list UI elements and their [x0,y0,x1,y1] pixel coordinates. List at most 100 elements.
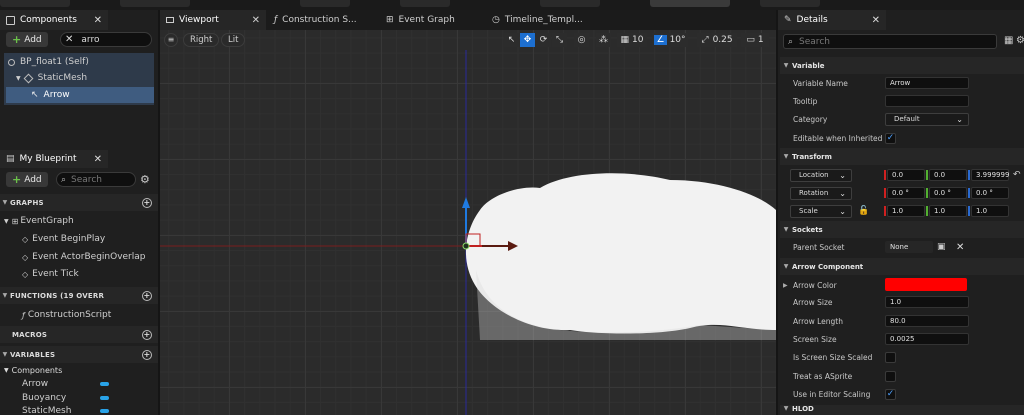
view-mode-button[interactable]: Right [183,33,220,47]
expand-arrow-icon[interactable]: ▼ [4,367,9,374]
event-icon: ◇ [22,252,29,262]
tree-item-self[interactable]: BP_float1 (Self) [8,57,89,67]
viewport-options-button[interactable]: ≡ [164,33,178,47]
settings-gear-icon[interactable]: ⚙ [1016,35,1024,46]
construction-script-item[interactable]: ƒ ConstructionScript [22,310,111,320]
browse-folder-icon[interactable]: ▣ [937,242,946,252]
clear-icon[interactable]: ✕ [956,242,964,253]
add-variable-icon[interactable]: + [142,349,152,360]
expand-arrow-icon[interactable]: ▼ [16,75,21,82]
variable-staticmesh[interactable]: StaticMesh [22,406,112,415]
location-z-field[interactable]: 3.999999 [971,169,1009,181]
rotation-snap-toggle[interactable]: ∠ 10° [652,33,688,47]
screen-size-scaled-row: Is Screen Size Scaled [780,348,1024,366]
scale-x-field[interactable]: 1.0 [887,205,925,217]
variables-header[interactable]: ▼ VARIABLES + [0,346,158,363]
scale-mode-button[interactable]: ⤡ [552,33,567,47]
variable-type-pill [100,409,109,413]
category-dropdown[interactable]: Default ⌄ [885,112,969,126]
event-beginplay-item[interactable]: ◇ Event BeginPlay [22,234,105,244]
arrow-length-field[interactable]: 80.0 [885,315,969,327]
tab-event-graph[interactable]: ⊞ Event Graph [380,10,480,30]
add-graph-icon[interactable]: + [142,197,152,208]
translate-mode-button[interactable]: ✥ [520,33,535,47]
add-macro-icon[interactable]: + [142,329,152,340]
tree-item-staticmesh[interactable]: ▼ StaticMesh [16,73,87,83]
lighting-mode-button[interactable]: Lit [221,33,246,47]
details-search-input[interactable]: ⌕ Search [783,34,997,49]
actor-icon [8,58,15,66]
section-variable[interactable]: ▼ Variable [780,57,1024,74]
close-icon[interactable]: ✕ [94,15,102,26]
location-dropdown[interactable]: Location ⌄ [790,168,852,182]
section-arrow-component[interactable]: ▼ Arrow Component [780,258,1024,275]
surface-snap-button[interactable]: ⁂ [596,33,611,47]
functions-header[interactable]: ▼ FUNCTIONS (19 OVERR + [0,287,158,304]
clear-search-icon[interactable]: ✕ [65,34,73,45]
add-function-icon[interactable]: + [142,290,152,301]
arrow-color-row: ▶ Arrow Color [780,276,1024,294]
editable-inherited-checkbox[interactable]: ✓ [885,132,896,144]
close-icon[interactable]: ✕ [252,15,260,26]
macros-header[interactable]: MACROS + [0,326,158,343]
tooltip-field[interactable] [885,95,969,107]
expand-arrow-icon[interactable]: ▶ [783,282,788,289]
coordinate-space-button[interactable]: ◎ [574,33,589,47]
components-group[interactable]: ▼ Components [4,366,62,375]
variable-buoyancy[interactable]: Buoyancy [22,393,112,403]
scale-snap-toggle[interactable]: ⤢ 0.25 [697,33,737,47]
close-icon[interactable]: ✕ [872,15,880,26]
event-actorbeginoverlap-item[interactable]: ◇ Event ActorBeginOverlap [22,252,146,262]
grid-snap-toggle[interactable]: ▦ 10 [617,33,647,47]
event-tick-item[interactable]: ◇ Event Tick [22,269,79,279]
blueprint-search-input[interactable]: ⌕ Search [56,172,136,187]
scale-dropdown[interactable]: Scale ⌄ [790,204,852,218]
components-add-button[interactable]: + Add [6,32,48,47]
tab-viewport[interactable]: Viewport ✕ [160,10,266,30]
tab-construction-script[interactable]: ƒ Construction S... [268,10,368,30]
grid-icon: ▦ [620,35,630,45]
components-search-input[interactable]: ✕ arro [60,32,152,47]
section-hlod[interactable]: ▼ HLOD [780,405,1024,415]
rotate-mode-button[interactable]: ⟳ [536,33,551,47]
close-icon[interactable]: ✕ [94,154,102,165]
event-graph-item[interactable]: ▼ ⊞ EventGraph [4,216,74,226]
section-sockets[interactable]: ▼ Sockets [780,221,1024,238]
parent-socket-field[interactable]: None [885,241,933,253]
arrow-color-swatch[interactable] [885,278,967,291]
rotation-x-field[interactable]: 0.0 ° [887,187,925,199]
blueprint-add-button[interactable]: + Add [6,172,48,187]
variable-arrow[interactable]: Arrow [22,379,112,389]
lock-icon[interactable]: 🔓 [858,206,869,216]
viewport-scene [160,50,776,415]
location-x-field[interactable]: 0.0 [887,169,925,181]
tree-item-arrow[interactable]: ↖ Arrow [6,87,154,103]
location-y-field[interactable]: 0.0 [929,169,967,181]
category-row: Category Default ⌄ [780,110,1024,128]
screen-size-scaled-checkbox[interactable] [885,351,896,363]
camera-speed-button[interactable]: ▭ 1 [741,33,769,47]
expand-arrow-icon[interactable]: ▼ [4,218,9,225]
settings-gear-icon[interactable]: ⚙ [140,173,150,186]
variable-name-field[interactable]: Arrow [885,77,969,89]
screen-size-field[interactable]: 0.0025 [885,333,969,345]
gizmo-up-head [462,197,470,208]
reset-icon[interactable]: ↶ [1013,170,1021,180]
scale-y-field[interactable]: 1.0 [929,205,967,217]
arrow-size-field[interactable]: 1.0 [885,296,969,308]
section-transform[interactable]: ▼ Transform [780,148,1024,165]
rotation-dropdown[interactable]: Rotation ⌄ [790,186,852,200]
table-view-icon[interactable]: ▦ [1004,35,1013,46]
graphs-header[interactable]: ▼ GRAPHS + [0,194,158,211]
gizmo-pivot [462,242,470,250]
function-icon: ƒ [274,15,278,25]
scale-z-field[interactable]: 1.0 [971,205,1009,217]
tab-timeline-template[interactable]: ◷ Timeline_Templ... [486,10,596,30]
editor-scaling-checkbox[interactable]: ✓ [885,388,896,400]
my-blueprint-panel: ▤ My Blueprint ✕ + Add ⌕ Search ⚙ ▼ GRAPH… [0,150,158,415]
rotation-z-field[interactable]: 0.0 ° [971,187,1009,199]
treat-as-sprite-checkbox[interactable] [885,370,896,382]
select-mode-button[interactable]: ↖ [504,33,519,47]
rotation-y-field[interactable]: 0.0 ° [929,187,967,199]
search-icon: ⌕ [61,174,67,185]
